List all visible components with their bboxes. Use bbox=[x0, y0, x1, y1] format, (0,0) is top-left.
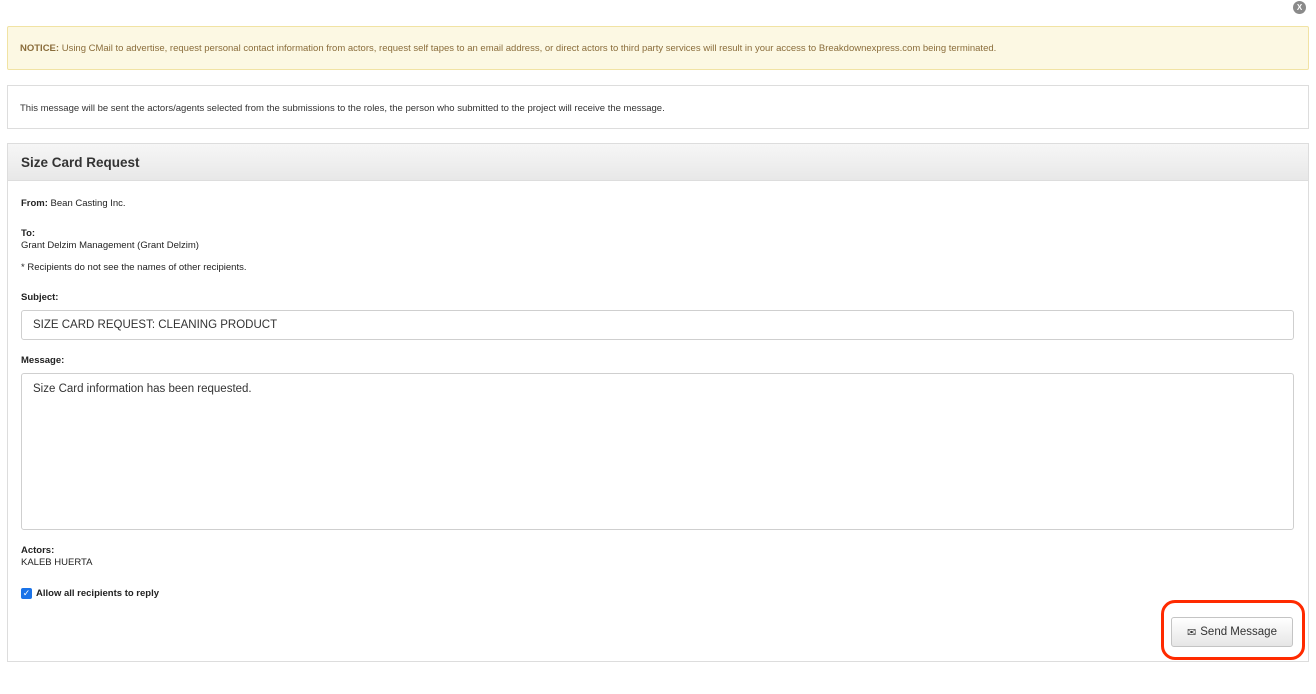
notice-text: Using CMail to advertise, request person… bbox=[59, 43, 997, 54]
close-icon: X bbox=[1296, 3, 1303, 12]
notice-banner: NOTICE: Using CMail to advertise, reques… bbox=[7, 26, 1309, 70]
allow-reply-label: Allow all recipients to reply bbox=[36, 588, 160, 599]
send-message-button[interactable]: ✉ Send Message bbox=[1171, 617, 1293, 647]
from-label: From: bbox=[21, 198, 48, 209]
to-label: To: bbox=[21, 228, 36, 239]
envelope-icon: ✉ bbox=[1187, 626, 1197, 639]
notice-label: NOTICE: bbox=[20, 43, 60, 54]
message-textarea[interactable]: Size Card information has been requested… bbox=[21, 373, 1294, 530]
subject-input[interactable] bbox=[21, 310, 1294, 340]
from-line: From: Bean Casting Inc. bbox=[21, 198, 126, 209]
from-value: Bean Casting Inc. bbox=[47, 198, 126, 209]
info-box: This message will be sent the actors/age… bbox=[7, 85, 1309, 129]
panel-title: Size Card Request bbox=[8, 144, 1308, 181]
allow-reply-row[interactable]: ✓ Allow all recipients to reply bbox=[21, 588, 159, 599]
actors-value: KALEB HUERTA bbox=[21, 557, 93, 568]
allow-reply-checkbox[interactable]: ✓ bbox=[21, 588, 32, 599]
close-button[interactable]: X bbox=[1293, 1, 1306, 14]
actors-label: Actors: bbox=[21, 545, 55, 556]
message-label: Message: bbox=[21, 355, 65, 366]
message-panel: Size Card Request From: Bean Casting Inc… bbox=[7, 143, 1309, 662]
send-message-label: Send Message bbox=[1200, 626, 1277, 638]
subject-label: Subject: bbox=[21, 292, 59, 303]
info-text: This message will be sent the actors/age… bbox=[20, 103, 665, 114]
recipients-note: * Recipients do not see the names of oth… bbox=[21, 262, 247, 273]
to-value: Grant Delzim Management (Grant Delzim) bbox=[21, 240, 199, 251]
